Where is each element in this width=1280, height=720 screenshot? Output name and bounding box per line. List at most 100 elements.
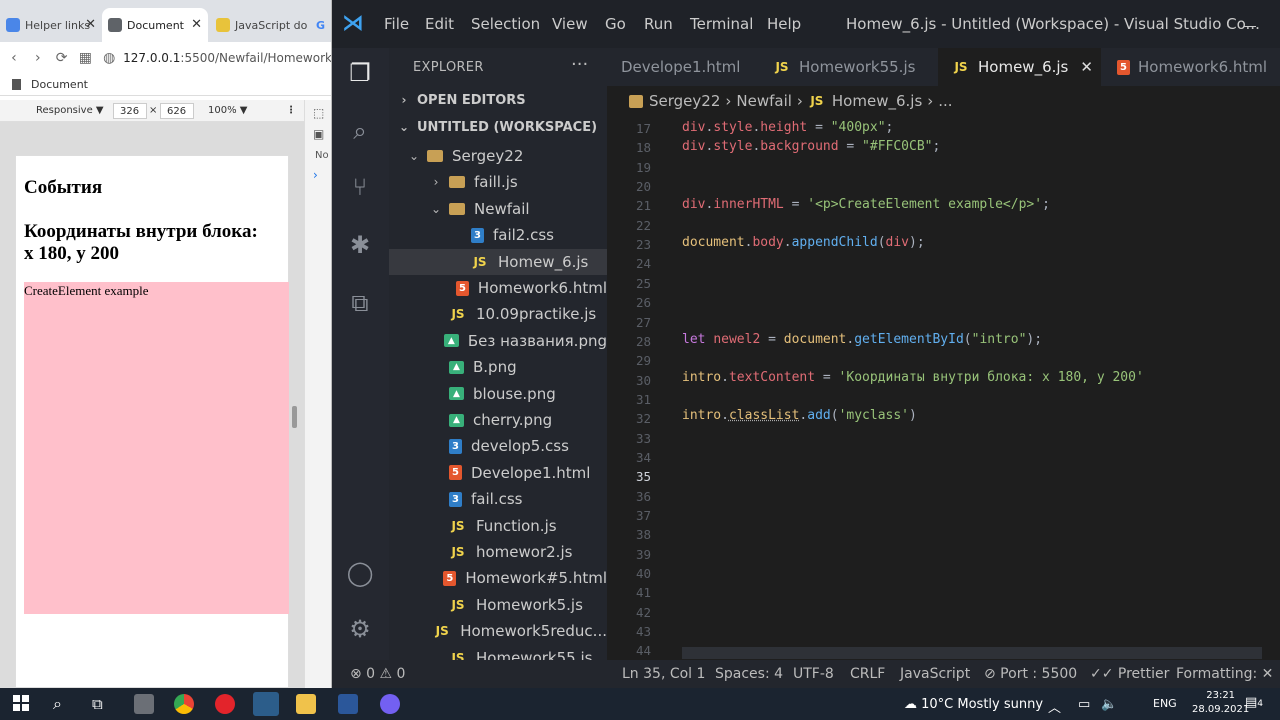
- debug-icon[interactable]: ✱: [345, 230, 375, 260]
- account-icon[interactable]: ◯: [345, 558, 375, 588]
- height-input[interactable]: 626: [160, 103, 194, 119]
- tree-item[interactable]: 5 Homework#5.html: [389, 565, 607, 591]
- chrome-tab-google[interactable]: G: [312, 8, 331, 42]
- tree-item[interactable]: › faill.js: [389, 169, 607, 195]
- clock[interactable]: 23:21 28.09.2021: [1192, 689, 1249, 717]
- tab-homework55[interactable]: JS Homework55.js: [759, 48, 933, 86]
- chrome-tab-js[interactable]: JavaScript do: [210, 8, 310, 42]
- search-icon[interactable]: ⌕: [53, 694, 62, 714]
- file-explorer-icon[interactable]: [296, 694, 316, 714]
- line-ending[interactable]: CRLF: [850, 666, 885, 682]
- settings-gear-icon[interactable]: ⚙: [345, 614, 375, 644]
- workspace-section[interactable]: ⌄ UNTITLED (WORKSPACE): [397, 120, 597, 135]
- tree-item[interactable]: ⌄ Newfail: [389, 196, 607, 222]
- tree-item[interactable]: 3 develop5.css: [389, 433, 607, 459]
- reload-icon[interactable]: ⟳: [50, 50, 74, 66]
- forward-icon[interactable]: ›: [26, 50, 50, 66]
- chrome-tab-helper[interactable]: Helper links ✕: [0, 8, 98, 42]
- extensions-icon[interactable]: ⧉: [345, 288, 375, 318]
- menu-run[interactable]: Run: [644, 15, 673, 33]
- word-icon[interactable]: [338, 694, 358, 714]
- device-select[interactable]: Responsive ▼: [36, 105, 104, 116]
- opera-icon[interactable]: [215, 694, 235, 714]
- width-input[interactable]: 326: [113, 103, 147, 119]
- indentation[interactable]: Spaces: 4: [715, 666, 783, 682]
- code-editor[interactable]: 17 18 19 20 21 22 23 24 25 26 27 28 29 30 31 32 33 34 35 36…: [607, 116, 1280, 660]
- tree-item[interactable]: ▲ blouse.png: [389, 381, 607, 407]
- tree-item[interactable]: ⌄ Sergey22: [389, 143, 607, 169]
- weather-widget[interactable]: ☁ 10°C Mostly sunny: [904, 697, 1043, 712]
- cursor-position[interactable]: Ln 35, Col 1: [622, 666, 705, 682]
- language-mode[interactable]: JavaScript: [900, 666, 970, 682]
- tree-item[interactable]: JS Homework5reduc...: [389, 618, 607, 644]
- crumb-more[interactable]: ...: [938, 92, 952, 110]
- crumb-newfail[interactable]: Newfail: [736, 92, 792, 110]
- crumb-sergey22[interactable]: Sergey22: [649, 92, 720, 110]
- formatting-status[interactable]: Formatting: ✕: [1176, 666, 1273, 682]
- windows-start-icon[interactable]: [12, 694, 32, 714]
- tree-item[interactable]: 3 fail.css: [389, 486, 607, 512]
- notification-icon[interactable]: ▤4: [1245, 695, 1263, 710]
- menu-edit[interactable]: Edit: [425, 15, 454, 33]
- vscode-logo-icon: ⋊: [342, 11, 364, 36]
- back-icon[interactable]: ‹: [2, 50, 26, 66]
- tree-item[interactable]: ▲ cherry.png: [389, 407, 607, 433]
- tree-item[interactable]: JS Homework5.js: [389, 592, 607, 618]
- tab-homew6[interactable]: JS Homew_6.js ✕: [938, 48, 1101, 86]
- search-icon[interactable]: ⌕: [345, 116, 375, 146]
- menu-file[interactable]: File: [384, 15, 409, 33]
- task-view-icon[interactable]: ⧉: [92, 695, 103, 713]
- address-bar[interactable]: 127.0.0.1:5500/Newfail/Homework: [123, 51, 331, 65]
- menu-help[interactable]: Help: [767, 15, 801, 33]
- close-icon[interactable]: ✕: [191, 17, 202, 32]
- more-icon[interactable]: ⋮: [286, 105, 296, 116]
- devtools-tab[interactable]: No: [315, 150, 329, 161]
- tree-item[interactable]: JS homewor2.js: [389, 539, 607, 565]
- tree-item[interactable]: JS Homework55.js: [389, 645, 607, 660]
- tab-homework6-html[interactable]: 5 Homework6.html: [1103, 48, 1280, 86]
- source-control-icon[interactable]: ⑂: [345, 172, 375, 202]
- crumb-file[interactable]: Homew_6.js: [832, 92, 922, 110]
- more-actions-icon[interactable]: ···: [571, 54, 588, 75]
- menu-view[interactable]: View: [552, 15, 588, 33]
- tree-item[interactable]: JS Homew_6.js: [389, 248, 607, 275]
- store-icon[interactable]: [134, 694, 154, 714]
- menu-terminal[interactable]: Terminal: [690, 15, 753, 33]
- encoding[interactable]: UTF-8: [793, 666, 834, 682]
- console-prompt[interactable]: ›: [313, 168, 318, 182]
- tree-item[interactable]: ▲ B.png: [389, 354, 607, 380]
- zoom-select[interactable]: 100% ▼: [208, 105, 247, 116]
- close-icon[interactable]: ✕: [85, 17, 96, 32]
- language-indicator[interactable]: ENG: [1153, 697, 1177, 710]
- tree-item[interactable]: 5 Homework6.html: [389, 275, 607, 301]
- js-icon: JS: [451, 307, 465, 322]
- chrome-tab-document[interactable]: Document ✕: [102, 8, 208, 42]
- device-icon[interactable]: ▣: [313, 127, 324, 141]
- tree-item[interactable]: JS 10.09practike.js: [389, 301, 607, 327]
- menu-go[interactable]: Go: [605, 15, 626, 33]
- menu-selection[interactable]: Selection: [471, 15, 540, 33]
- tab-develope1[interactable]: Develope1.html: [607, 48, 757, 86]
- problems-indicator[interactable]: ⊗ 0 ⚠ 0: [350, 666, 405, 682]
- tree-item[interactable]: 3 fail2.css: [389, 222, 607, 248]
- open-editors-section[interactable]: › OPEN EDITORS: [397, 93, 526, 108]
- volume-icon[interactable]: 🔈: [1101, 697, 1117, 712]
- live-server-port[interactable]: ⊘ Port : 5500: [984, 666, 1077, 682]
- tree-item[interactable]: ▲ Без названия.png: [389, 328, 607, 354]
- inspect-icon[interactable]: ⬚: [313, 106, 324, 120]
- prettier-status[interactable]: ✓✓ Prettier: [1090, 666, 1169, 682]
- close-icon[interactable]: ✕: [1080, 58, 1093, 76]
- horizontal-scrollbar[interactable]: [682, 647, 1262, 659]
- resize-handle[interactable]: [292, 406, 297, 428]
- bookmark-document[interactable]: Document: [31, 78, 88, 91]
- chrome-icon[interactable]: [174, 694, 194, 714]
- tree-item[interactable]: 5 Develope1.html: [389, 460, 607, 486]
- network-icon[interactable]: ▭: [1078, 697, 1090, 712]
- apps-icon[interactable]: ▦: [73, 50, 97, 66]
- vscode-taskbar-icon[interactable]: [253, 692, 279, 716]
- viber-icon[interactable]: [380, 694, 400, 714]
- explorer-icon[interactable]: ❐: [345, 58, 375, 88]
- tree-item[interactable]: JS Function.js: [389, 513, 607, 539]
- chevron-up-icon[interactable]: ︿: [1048, 697, 1061, 716]
- minimize-icon[interactable]: [1244, 26, 1256, 27]
